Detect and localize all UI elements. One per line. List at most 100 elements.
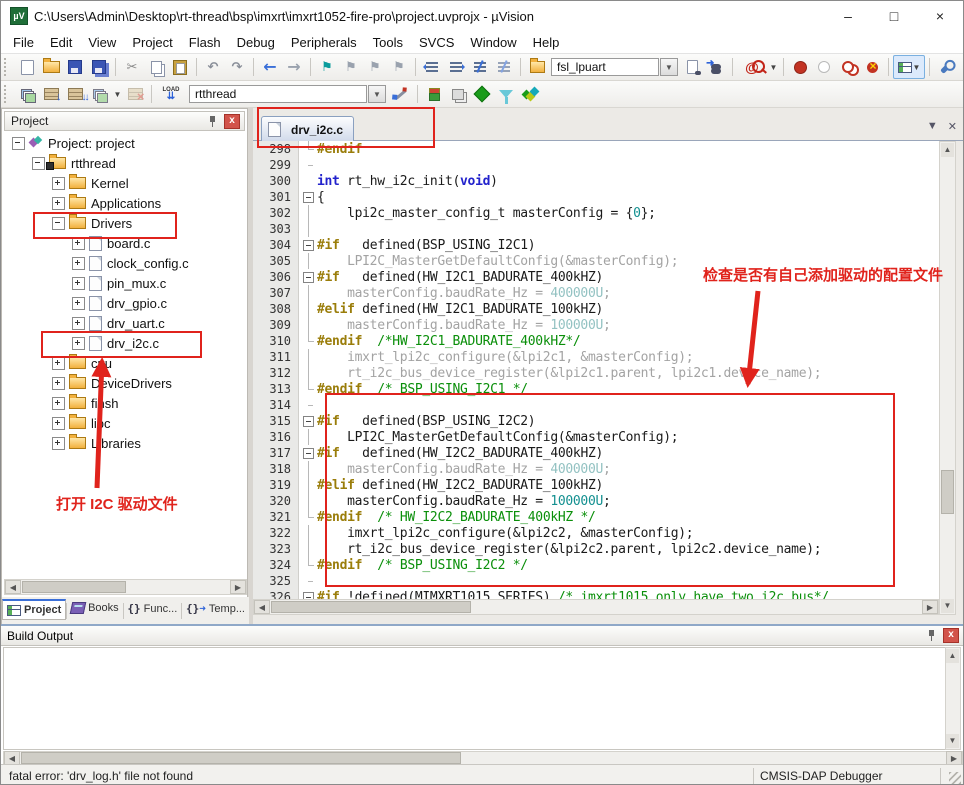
expand-icon[interactable] bbox=[72, 297, 85, 310]
tree-item-pin-mux-c[interactable]: pin_mux.c bbox=[4, 273, 230, 293]
configure-button[interactable] bbox=[934, 56, 958, 78]
scroll-up-button[interactable]: ▲ bbox=[941, 143, 954, 157]
close-button[interactable]: × bbox=[917, 1, 963, 31]
expand-icon[interactable] bbox=[52, 417, 65, 430]
fold-collapse-icon[interactable] bbox=[299, 413, 317, 429]
scroll-down-button[interactable]: ▼ bbox=[946, 734, 959, 748]
collapse-icon[interactable] bbox=[12, 137, 25, 150]
tree-item-board-c[interactable]: board.c bbox=[4, 233, 230, 253]
expand-icon[interactable] bbox=[72, 317, 85, 330]
scroll-right-button[interactable]: ▶ bbox=[946, 751, 962, 765]
tree-item-libraries[interactable]: Libraries bbox=[4, 433, 230, 453]
fold-collapse-icon[interactable] bbox=[299, 445, 317, 461]
code-line-316[interactable]: 316 LPI2C_MasterGetDefaultConfig(&master… bbox=[253, 429, 939, 445]
navigate-back-button[interactable]: ← bbox=[258, 56, 282, 78]
menu-item-tools[interactable]: Tools bbox=[365, 33, 411, 52]
code-line-307[interactable]: 307 masterConfig.baudRate_Hz = 400000U; bbox=[253, 285, 939, 301]
expand-icon[interactable] bbox=[52, 377, 65, 390]
code-line-302[interactable]: 302 lpi2c_master_config_t masterConfig =… bbox=[253, 205, 939, 221]
code-line-298[interactable]: 298#endif bbox=[253, 141, 939, 157]
rebuild-button[interactable] bbox=[63, 83, 87, 105]
code-line-317[interactable]: 317#if defined(HW_I2C2_BADURATE_400kHZ) bbox=[253, 445, 939, 461]
tree-item-finsh[interactable]: finsh bbox=[4, 393, 230, 413]
panel-tab-books[interactable]: Books bbox=[67, 599, 123, 617]
expand-icon[interactable] bbox=[72, 277, 85, 290]
code-line-312[interactable]: 312 rt_i2c_bus_device_register(&lpi2c1.p… bbox=[253, 365, 939, 381]
save-button[interactable] bbox=[63, 56, 87, 78]
undo-button[interactable]: ↶ bbox=[201, 56, 225, 78]
navigate-forward-button[interactable]: → bbox=[282, 56, 306, 78]
bookmark-toggle-button[interactable]: ⚑ bbox=[315, 56, 339, 78]
menu-item-edit[interactable]: Edit bbox=[42, 33, 80, 52]
maximize-button[interactable]: □ bbox=[871, 1, 917, 31]
tree-item-drv-gpio-c[interactable]: drv_gpio.c bbox=[4, 293, 230, 313]
code-line-322[interactable]: 322 imxrt_lpi2c_configure(&lpi2c2, &mast… bbox=[253, 525, 939, 541]
batch-build-dropdown[interactable]: ▼ bbox=[111, 83, 123, 105]
tree-item-libc[interactable]: libc bbox=[4, 413, 230, 433]
expand-icon[interactable] bbox=[52, 177, 65, 190]
tree-item-devicedrivers[interactable]: DeviceDrivers bbox=[4, 373, 230, 393]
editor-tab-drv-i2c[interactable]: drv_i2c.c bbox=[261, 116, 354, 142]
pin-icon[interactable] bbox=[927, 630, 937, 641]
scrollbar-thumb[interactable] bbox=[271, 601, 471, 613]
options-for-target-button[interactable] bbox=[389, 83, 413, 105]
expand-icon[interactable] bbox=[72, 337, 85, 350]
code-line-303[interactable]: 303 bbox=[253, 221, 939, 237]
target-select[interactable]: rtthread bbox=[189, 85, 367, 103]
menu-item-svcs[interactable]: SVCS bbox=[411, 33, 462, 52]
scrollbar-thumb[interactable] bbox=[22, 581, 126, 593]
translate-button[interactable] bbox=[15, 83, 39, 105]
code-line-314[interactable]: 314 bbox=[253, 397, 939, 413]
tab-list-dropdown-icon[interactable]: ▼ bbox=[927, 120, 938, 133]
scroll-down-button[interactable]: ▼ bbox=[941, 599, 954, 613]
editor-vscrollbar[interactable]: ▲ ▼ bbox=[939, 141, 956, 615]
comment-button[interactable] bbox=[468, 56, 492, 78]
code-line-326[interactable]: 326#if !defined(MIMXRT1015_SERIES) /* im… bbox=[253, 589, 939, 599]
bookmark-previous-button[interactable]: ⚑ bbox=[339, 56, 363, 78]
redo-button[interactable]: ↷ bbox=[225, 56, 249, 78]
current-window-layout-button[interactable]: ▼ bbox=[893, 55, 925, 79]
batch-build-button[interactable] bbox=[87, 83, 111, 105]
code-line-300[interactable]: 300int rt_hw_i2c_init(void) bbox=[253, 173, 939, 189]
download-button[interactable]: LOAD⇊ bbox=[156, 83, 186, 105]
menu-item-project[interactable]: Project bbox=[124, 33, 180, 52]
find-in-files-doc-button[interactable] bbox=[680, 56, 704, 78]
tree-item-project-project[interactable]: Project: project bbox=[4, 133, 230, 153]
menu-item-peripherals[interactable]: Peripherals bbox=[283, 33, 365, 52]
code-line-310[interactable]: 310#endif /*HW_I2C1_BADURATE_400kHZ*/ bbox=[253, 333, 939, 349]
scroll-right-button[interactable]: ▶ bbox=[922, 600, 938, 614]
stop-build-button[interactable] bbox=[123, 83, 147, 105]
menu-item-flash[interactable]: Flash bbox=[181, 33, 229, 52]
build-output-content[interactable] bbox=[3, 647, 947, 750]
search-dropdown-button[interactable]: ▼ bbox=[660, 58, 678, 76]
scroll-left-button[interactable]: ◀ bbox=[4, 751, 20, 765]
code-line-323[interactable]: 323 rt_i2c_bus_device_register(&lpi2c2.p… bbox=[253, 541, 939, 557]
insert-breakpoint-button[interactable] bbox=[788, 56, 812, 78]
build-output-vscrollbar[interactable]: ▲ ▼ bbox=[945, 647, 961, 750]
tree-item-clock-config-c[interactable]: clock_config.c bbox=[4, 253, 230, 273]
minimize-button[interactable]: – bbox=[825, 1, 871, 31]
code-line-299[interactable]: 299 bbox=[253, 157, 939, 173]
cut-button[interactable]: ✂ bbox=[120, 56, 144, 78]
uncomment-button[interactable] bbox=[492, 56, 516, 78]
resize-grip[interactable] bbox=[949, 772, 961, 784]
target-dropdown-button[interactable]: ▼ bbox=[368, 85, 386, 103]
unindent-button[interactable] bbox=[420, 56, 444, 78]
code-line-318[interactable]: 318 masterConfig.baudRate_Hz = 400000U; bbox=[253, 461, 939, 477]
expand-icon[interactable] bbox=[72, 237, 85, 250]
panel-tab-project[interactable]: Project bbox=[2, 599, 66, 620]
scroll-up-button[interactable]: ▲ bbox=[946, 649, 959, 663]
expand-icon[interactable] bbox=[52, 437, 65, 450]
tree-item-rtthread[interactable]: rtthread bbox=[4, 153, 230, 173]
fold-collapse-icon[interactable] bbox=[299, 237, 317, 253]
tree-item-drv-i2c-c[interactable]: drv_i2c.c bbox=[4, 333, 230, 353]
code-line-308[interactable]: 308#elif defined(HW_I2C1_BADURATE_100kHZ… bbox=[253, 301, 939, 317]
code-line-324[interactable]: 324#endif /* BSP_USING_I2C2 */ bbox=[253, 557, 939, 573]
find-button[interactable]: @ bbox=[737, 56, 767, 78]
tree-item-kernel[interactable]: Kernel bbox=[4, 173, 230, 193]
manage-runtime-environment-button[interactable] bbox=[470, 83, 494, 105]
select-software-packs-button[interactable] bbox=[494, 83, 518, 105]
menu-item-file[interactable]: File bbox=[5, 33, 42, 52]
toolbar-grip[interactable] bbox=[4, 58, 10, 76]
fold-collapse-icon[interactable] bbox=[299, 269, 317, 285]
